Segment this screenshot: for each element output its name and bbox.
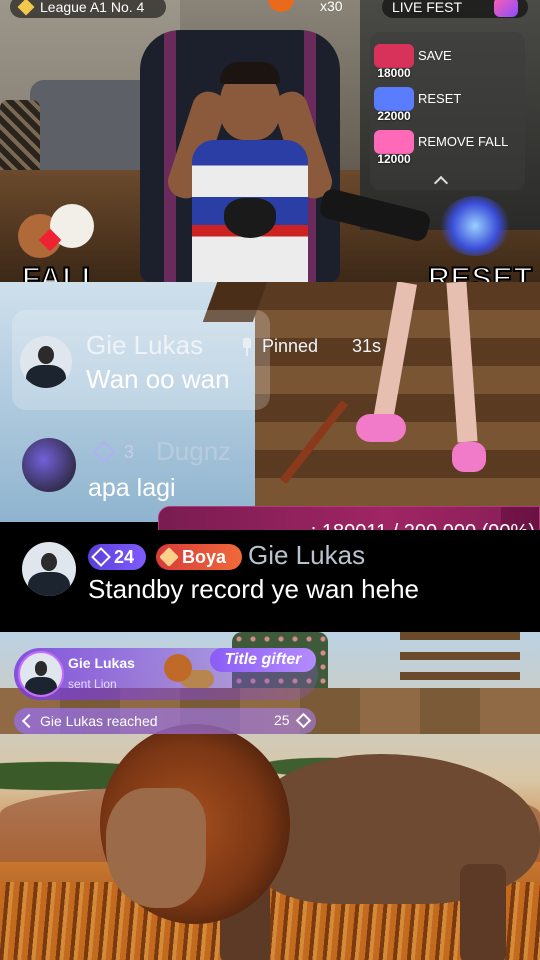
action-label: RESET [418,91,462,106]
pinned-text: Wan oo wan [86,364,230,394]
chat-text: Standby record ye wan hehe [88,574,419,604]
lion-face [106,788,206,908]
league-badge[interactable]: League A1 No. 4 [10,0,166,18]
gem-icon [91,547,111,567]
chat-username[interactable]: Dugnz [156,436,231,467]
streamer-camera-panel: League A1 No. 4 x30 LIVE FEST 18000 SAVE… [0,0,540,282]
avatar-suit [28,572,70,596]
pink-shoe [356,414,406,442]
save-gift-icon [374,44,414,68]
pin-icon [240,338,254,356]
bear-sticker [12,196,94,264]
level-badge: 24 [88,544,146,570]
action-remove-fall[interactable]: 12000 REMOVE FALL [370,128,525,168]
avatar-face [38,346,54,365]
level-badge: 3 [124,442,135,462]
chat-text: apa lagi [88,474,176,502]
gift-sender: Gie Lukas [68,655,135,671]
action-label: SAVE [418,48,452,63]
avatar-suit [25,676,57,695]
gift-action: sent Lion [68,677,117,691]
avatar-face [34,661,48,676]
level-reached-bar: Gie Lukas reached 25 [14,708,316,734]
league-label: League A1 No. 4 [40,0,145,15]
pink-shoe [452,442,486,472]
avatar[interactable] [20,336,72,388]
fan-club-badge: Boya [156,544,242,570]
avatar-face [40,552,58,572]
multiplier-label: x30 [320,0,343,14]
gem-icon [295,712,312,729]
tiger-print [224,198,276,238]
arrow-icon [21,713,37,729]
fall-overlay-label: FALL [21,261,101,282]
reach-level: 25 [274,712,290,728]
action-cost: 18000 [377,66,411,80]
action-cost: 12000 [377,152,411,166]
pinned-time: 31s [352,336,382,356]
reset-overlay-label: RESET [427,261,534,282]
diamond-icon [17,0,35,16]
live-fest-label: LIVE FEST [392,0,463,15]
action-label: REMOVE FALL [418,134,509,149]
live-fest-badge[interactable]: LIVE FEST [382,0,528,18]
streamer-hair [220,62,280,84]
lion-icon-mane [164,654,192,682]
avatar[interactable] [22,542,76,596]
chat-panel: Gie Lukas Pinned 31s Wan oo wan 3 Dugnz … [0,282,540,632]
gift-actions-panel: 18000 SAVE 22000 RESET 12000 REMOVE FALL [370,32,525,190]
streamer [163,62,337,282]
gift-animation-panel: Gie Lukas sent Lion Title gifter Gie Luk… [0,632,540,960]
avatar[interactable] [22,438,76,492]
crystal-effect [440,196,510,256]
avatar[interactable] [18,651,64,697]
title-gifter-badge: Title gifter [210,648,316,672]
fan-club-name: Boya [182,546,227,567]
ladder [400,632,520,692]
remove-fall-gift-icon [374,130,414,154]
coin-icon [268,0,294,12]
action-reset[interactable]: 22000 RESET [370,85,525,125]
action-save[interactable]: 18000 SAVE [370,42,525,82]
chat-username[interactable]: Gie Lukas [248,540,365,571]
reach-text: Gie Lukas reached [40,713,158,729]
action-cost: 22000 [377,109,411,123]
heart-icon [159,547,179,567]
level-number: 24 [114,546,135,567]
reset-gift-icon [374,87,414,111]
chat-message: 24 Boya Gie Lukas Standby record ye wan … [0,530,540,632]
avatar-suit [26,365,66,388]
lion-icon [164,652,216,696]
pinned-tag: Pinned [262,336,319,356]
gift-box-icon [494,0,518,17]
lion-gift-animation [100,724,540,960]
basket [0,100,40,180]
pinned-username[interactable]: Gie Lukas [86,330,203,361]
lion-leg [460,864,506,960]
